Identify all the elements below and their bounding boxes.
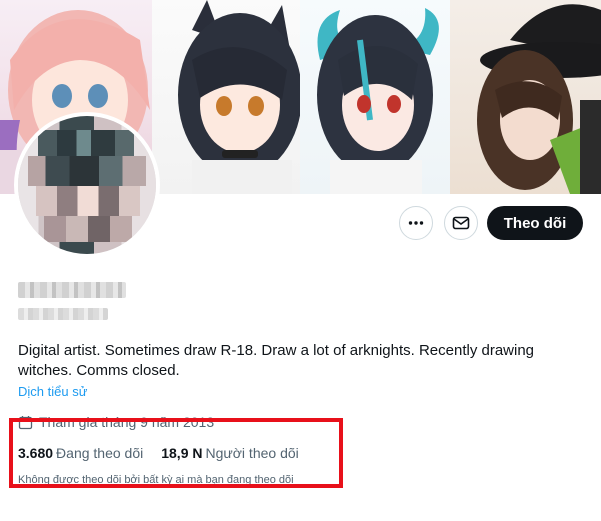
follow-button-label: Theo dõi: [503, 214, 567, 232]
follow-button[interactable]: Theo dõi: [487, 206, 583, 240]
highlight-box: [9, 418, 343, 488]
banner-art-witch: [450, 0, 601, 194]
profile-avatar[interactable]: [14, 112, 160, 258]
envelope-icon: [452, 216, 470, 230]
banner-art-cat-ear-girl: [152, 0, 300, 194]
message-button[interactable]: [444, 206, 478, 240]
more-icon: [408, 221, 424, 225]
display-name-redacted: [18, 282, 126, 298]
handle-redacted: [18, 308, 108, 320]
profile-bio: Digital artist. Sometimes draw R-18. Dra…: [18, 342, 535, 379]
more-button[interactable]: [399, 206, 433, 240]
translate-bio-link[interactable]: Dịch tiểu sử: [18, 384, 87, 399]
banner-art-dragon-girl: [300, 0, 450, 194]
